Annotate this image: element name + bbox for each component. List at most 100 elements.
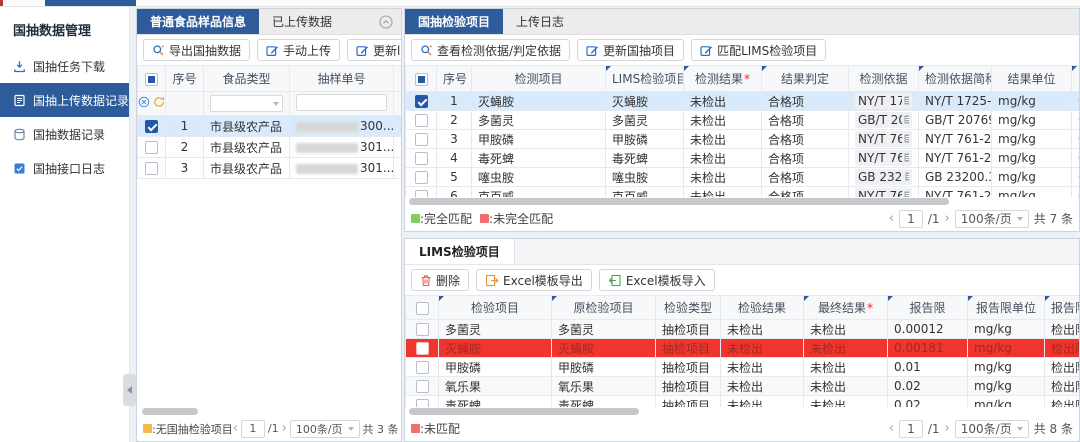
toolbar-button[interactable]: 删除 (411, 269, 469, 291)
page-input[interactable]: 1 (899, 420, 923, 438)
toolbar-button[interactable]: 导出国抽数据 (143, 39, 250, 61)
filter-input[interactable] (296, 94, 387, 111)
table-row[interactable]: 1市县级农产品300...2 (138, 116, 402, 137)
table-row[interactable]: 6克百威克百威未检出合格项NY/T 761-20NY/T 761-2008mg/… (406, 187, 1080, 198)
sidebar-item-1[interactable]: 国抽任务下载 (0, 49, 129, 83)
table-row[interactable]: 3市县级农产品301...2 (138, 158, 402, 179)
standard-tag[interactable]: NY/T 1725-2 (855, 93, 912, 109)
header-row: 序号检测项目LIMS检验项目检测结果*结果判定检测依据检测依据简称结果单位 (406, 66, 1080, 92)
cell: 未检出 (721, 320, 804, 339)
lims-table-hscrollbar[interactable] (405, 407, 1079, 416)
excel-export-icon (485, 274, 499, 287)
next-page-button[interactable]: › (945, 212, 950, 225)
refresh-filter-icon[interactable] (153, 96, 165, 111)
cell: mg/kg (968, 339, 1045, 358)
button-label: 手动上传 (283, 42, 331, 59)
select-all-header (406, 296, 439, 320)
document-mini-icon (904, 132, 909, 146)
row-checkbox[interactable] (415, 152, 428, 165)
cell: 1 (166, 116, 204, 137)
select-all-checkbox[interactable] (415, 73, 428, 86)
row-checkbox[interactable] (415, 133, 428, 146)
column-header-label: LIMS检验项目 (612, 72, 684, 86)
scroll-thumb[interactable] (409, 198, 949, 205)
toolbar-button[interactable]: 更新lims项目 (347, 39, 402, 61)
sample-table-hscrollbar[interactable] (137, 407, 401, 416)
sidebar-item-4[interactable]: 国抽接口日志 (0, 151, 129, 185)
row-checkbox[interactable] (416, 323, 429, 336)
table-row[interactable]: 5噻虫胺噻虫胺未检出合格项GB 23200.39-GB 23200.39-2(m… (406, 168, 1080, 187)
trash-icon (420, 274, 432, 287)
select-all-checkbox[interactable] (416, 302, 429, 315)
page-size-select[interactable]: 100条/页 (290, 420, 360, 438)
national-items-tabbar: 国抽检验项目上传日志 (405, 9, 1079, 35)
column-header: 最终结果* (804, 296, 888, 320)
select-all-checkbox[interactable] (145, 73, 158, 86)
cell: 检出限 (1045, 320, 1080, 339)
filter-select[interactable] (210, 95, 283, 112)
row-checkbox[interactable] (415, 190, 428, 197)
page-input[interactable]: 1 (241, 420, 265, 438)
prev-page-button[interactable]: ‹ (889, 422, 894, 435)
filter-cell (204, 92, 290, 116)
chip-text: NY/T 761-20 (858, 151, 902, 165)
collapse-panel-icon[interactable] (379, 9, 401, 34)
table-row[interactable]: 氧乐果氧乐果抽检项目未检出未检出0.02mg/kg检出限 (406, 377, 1080, 396)
table-row[interactable]: 2多菌灵多菌灵未检出合格项GB/T 20769-GB/T 20769-20mg/… (406, 111, 1080, 130)
page-size-select[interactable]: 100条/页 (955, 420, 1029, 438)
toolbar-button[interactable]: 更新国抽项目 (577, 39, 684, 61)
toolbar-button[interactable]: Excel模板导入 (599, 269, 715, 291)
toolbar-button[interactable]: 匹配LIMS检验项目 (691, 39, 826, 61)
column-header (394, 66, 402, 92)
collapse-arrow-icon (127, 386, 132, 394)
cell: 甲胺磷 (439, 358, 552, 377)
toolbar-button[interactable]: Excel模板导出 (476, 269, 592, 291)
national-table-hscrollbar[interactable] (405, 197, 1079, 206)
row-checkbox[interactable] (145, 162, 158, 175)
sidebar-item-3[interactable]: 国抽数据记录 (0, 117, 129, 151)
row-checkbox[interactable] (415, 171, 428, 184)
column-header: 报告限 (888, 296, 968, 320)
tab-1[interactable]: 普通食品样品信息 (137, 9, 259, 34)
table-row[interactable]: 3甲胺磷甲胺磷未检出合格项NY/T 761-20NY/T 761-2008mg/… (406, 130, 1080, 149)
row-checkbox[interactable] (415, 95, 428, 108)
row-checkbox[interactable] (145, 120, 158, 133)
standard-tag[interactable]: NY/T 761-20 (855, 131, 912, 147)
clear-filter-icon[interactable] (138, 96, 150, 111)
cell: 检出限 (1045, 377, 1080, 396)
row-checkbox[interactable] (415, 114, 428, 127)
table-row[interactable]: 1灭蝇胺灭蝇胺未检出合格项NY/T 1725-2NY/T 1725-200mg/… (406, 92, 1080, 111)
scroll-thumb[interactable] (142, 408, 198, 415)
tab-2[interactable]: 已上传数据 (259, 9, 345, 34)
tab-1[interactable]: 国抽检验项目 (405, 9, 503, 34)
prev-page-button[interactable]: ‹ (889, 212, 894, 225)
sidebar-collapse-handle[interactable] (123, 374, 136, 406)
row-checkbox[interactable] (416, 399, 429, 407)
table-row[interactable]: 灭蝇胺灭蝇胺抽检项目未检出未检出0.00181mg/kg检出限 (406, 339, 1080, 358)
standard-tag[interactable]: NY/T 761-20 (855, 150, 912, 166)
next-page-button[interactable]: › (945, 422, 950, 435)
table-row[interactable]: 4毒死蜱毒死蜱未检出合格项NY/T 761-20NY/T 761-2008mg/… (406, 149, 1080, 168)
toolbar-button[interactable]: 手动上传 (257, 39, 340, 61)
row-checkbox[interactable] (416, 361, 429, 374)
table-row[interactable]: 毒死蜱毒死蜱抽检项目未检出未检出0.02mg/kg检出限 (406, 396, 1080, 408)
prev-page-button[interactable]: ‹ (233, 422, 238, 435)
column-header-label: 检测项目 (514, 72, 562, 86)
standard-tag[interactable]: GB 23200.39- (855, 169, 912, 185)
toolbar-button[interactable]: 查看检测依据/判定依据 (411, 39, 570, 61)
table-row[interactable]: 甲胺磷甲胺磷抽检项目未检出未检出0.01mg/kg检出限 (406, 358, 1080, 377)
page-input[interactable]: 1 (899, 210, 923, 228)
row-checkbox[interactable] (145, 141, 158, 154)
standard-tag[interactable]: GB/T 20769- (855, 112, 912, 128)
table-row[interactable]: 多菌灵多菌灵抽检项目未检出未检出0.00012mg/kg检出限 (406, 320, 1080, 339)
page-size-select[interactable]: 100条/页 (955, 210, 1029, 228)
sidebar-item-2[interactable]: 国抽上传数据记录 (0, 83, 129, 117)
tab-2[interactable]: 上传日志 (503, 9, 577, 34)
row-checkbox[interactable] (416, 342, 429, 355)
column-header-label: 报告限类型 (1051, 301, 1079, 315)
table-row[interactable]: 2市县级农产品301...2 (138, 137, 402, 158)
scroll-thumb[interactable] (409, 408, 639, 415)
standard-tag[interactable]: NY/T 761-20 (855, 188, 912, 197)
next-page-button[interactable]: › (282, 422, 287, 435)
row-checkbox[interactable] (416, 380, 429, 393)
